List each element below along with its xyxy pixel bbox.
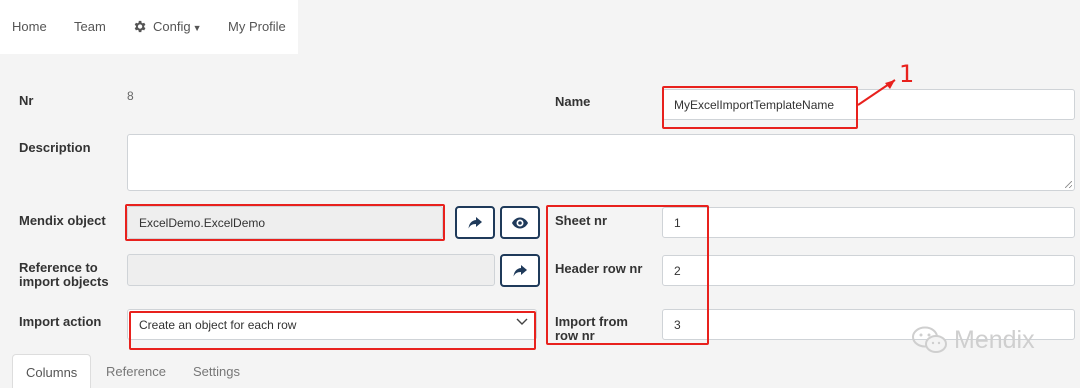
gear-icon xyxy=(134,20,146,33)
sheet-nr-value: 1 xyxy=(674,215,681,230)
nav-config[interactable]: Config ▼ xyxy=(132,19,202,34)
description-label: Description xyxy=(19,140,91,155)
import-action-select[interactable]: Create an object for each row xyxy=(127,309,537,340)
reference-label: Reference to import objects xyxy=(19,261,109,289)
share-arrow-icon xyxy=(513,264,527,276)
reference-label-line1: Reference to xyxy=(19,260,98,275)
tab-columns[interactable]: Columns xyxy=(12,354,92,388)
wechat-icon xyxy=(912,326,947,353)
watermark: Mendix xyxy=(910,325,1035,355)
tab-bar: Columns Reference Settings xyxy=(0,352,1080,388)
go-to-object-button[interactable] xyxy=(455,206,495,239)
go-to-reference-button[interactable] xyxy=(500,254,540,287)
callout-arrow xyxy=(857,79,896,106)
import-from-label-line2: row nr xyxy=(555,328,595,343)
import-action-value: Create an object for each row xyxy=(139,317,297,332)
nav-my-profile[interactable]: My Profile xyxy=(228,19,286,34)
mendix-object-value: ExcelDemo.ExcelDemo xyxy=(139,215,266,230)
reference-field xyxy=(127,254,495,286)
tab-settings[interactable]: Settings xyxy=(193,364,240,379)
caret-down-icon: ▼ xyxy=(192,23,202,33)
eye-icon xyxy=(512,217,528,228)
view-object-button[interactable] xyxy=(500,206,540,239)
nav-home[interactable]: Home xyxy=(12,19,47,34)
top-nav: Home Team Config ▼ My Profile xyxy=(0,0,298,54)
header-row-value: 2 xyxy=(674,263,681,278)
name-label: Name xyxy=(555,94,591,109)
import-from-label-line1: Import from xyxy=(555,314,628,329)
import-from-value: 3 xyxy=(674,317,681,332)
nav-config-label: Config xyxy=(153,19,191,34)
callout-number: 1 xyxy=(899,60,915,88)
sheet-nr-label: Sheet nr xyxy=(555,213,608,228)
header-row-label: Header row nr xyxy=(555,261,643,276)
name-field-value: MyExcelImportTemplateName xyxy=(674,97,835,112)
header-row-field[interactable]: 2 xyxy=(662,255,1075,286)
mendix-object-field: ExcelDemo.ExcelDemo xyxy=(127,206,443,239)
tab-reference[interactable]: Reference xyxy=(106,364,166,379)
sheet-nr-field[interactable]: 1 xyxy=(662,207,1075,238)
description-field[interactable] xyxy=(127,134,1075,191)
watermark-text: Mendix xyxy=(954,325,1035,354)
nr-value: 8 xyxy=(127,89,134,103)
import-action-label: Import action xyxy=(19,314,102,329)
nr-label: Nr xyxy=(19,93,34,108)
chevron-down-icon xyxy=(516,318,528,325)
resize-handle[interactable] xyxy=(1065,181,1072,188)
mendix-object-label: Mendix object xyxy=(19,213,106,228)
reference-label-line2: import objects xyxy=(19,274,109,289)
share-arrow-icon xyxy=(468,216,482,228)
import-from-label: Import from row nr xyxy=(555,315,628,343)
nav-team[interactable]: Team xyxy=(74,19,106,34)
